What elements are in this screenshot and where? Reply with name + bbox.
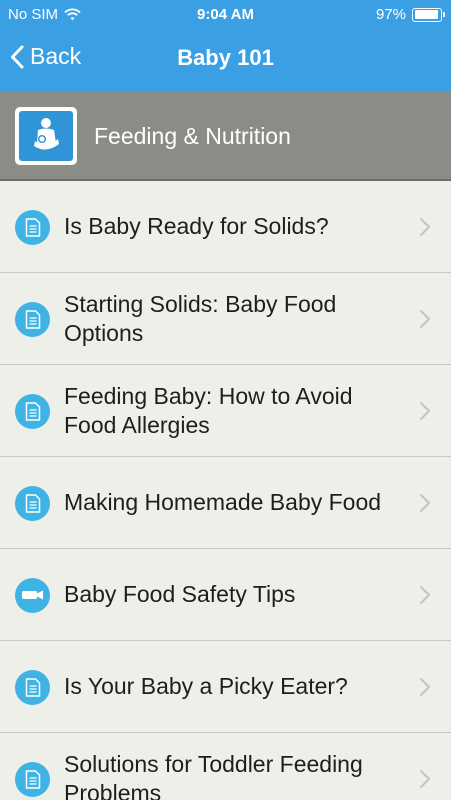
document-icon [15, 393, 50, 429]
article-list: Is Baby Ready for Solids? Starting Solids… [0, 181, 451, 800]
status-bar: No SIM 9:04 AM 97% [0, 0, 451, 30]
list-item-label: Is Baby Ready for Solids? [64, 213, 329, 239]
document-icon [15, 761, 50, 797]
document-icon [15, 301, 50, 337]
chevron-right-icon [419, 493, 431, 513]
list-item-label: Feeding Baby: How to Avoid Food Allergie… [64, 383, 353, 438]
list-item[interactable]: Is Baby Ready for Solids? [0, 181, 451, 273]
app-header: No SIM 9:04 AM 97% Back Baby 101 [0, 0, 451, 91]
video-icon [15, 577, 50, 613]
list-item-label: Solutions for Toddler Feeding Problems [64, 751, 363, 800]
chevron-right-icon [419, 217, 431, 237]
list-item[interactable]: Starting Solids: Baby Food Options [0, 273, 451, 365]
list-item-label: Is Your Baby a Picky Eater? [64, 673, 348, 699]
status-right: 97% [375, 6, 445, 23]
chevron-right-icon [419, 401, 431, 421]
document-icon [15, 669, 50, 705]
list-item-label: Starting Solids: Baby Food Options [64, 291, 337, 346]
page-title: Baby 101 [177, 45, 274, 70]
list-item-label: Making Homemade Baby Food [64, 489, 382, 515]
section-icon-frame [15, 107, 77, 165]
section-header: Feeding & Nutrition [0, 91, 451, 181]
battery-percent: 97% [375, 6, 406, 23]
battery-icon [412, 7, 445, 22]
chevron-right-icon [419, 769, 431, 789]
list-item-label: Baby Food Safety Tips [64, 581, 296, 607]
list-item[interactable]: Baby Food Safety Tips [0, 549, 451, 641]
list-item[interactable]: Feeding Baby: How to Avoid Food Allergie… [0, 365, 451, 457]
list-item[interactable]: Is Your Baby a Picky Eater? [0, 641, 451, 733]
chevron-right-icon [419, 585, 431, 605]
list-item[interactable]: Making Homemade Baby Food [0, 457, 451, 549]
section-title: Feeding & Nutrition [94, 123, 291, 149]
document-icon [15, 485, 50, 521]
mother-baby-icon [19, 111, 73, 161]
nav-bar: Back Baby 101 [0, 30, 451, 91]
chevron-right-icon [419, 309, 431, 329]
chevron-right-icon [419, 677, 431, 697]
document-icon [15, 209, 50, 245]
list-item[interactable]: Solutions for Toddler Feeding Problems [0, 733, 451, 800]
